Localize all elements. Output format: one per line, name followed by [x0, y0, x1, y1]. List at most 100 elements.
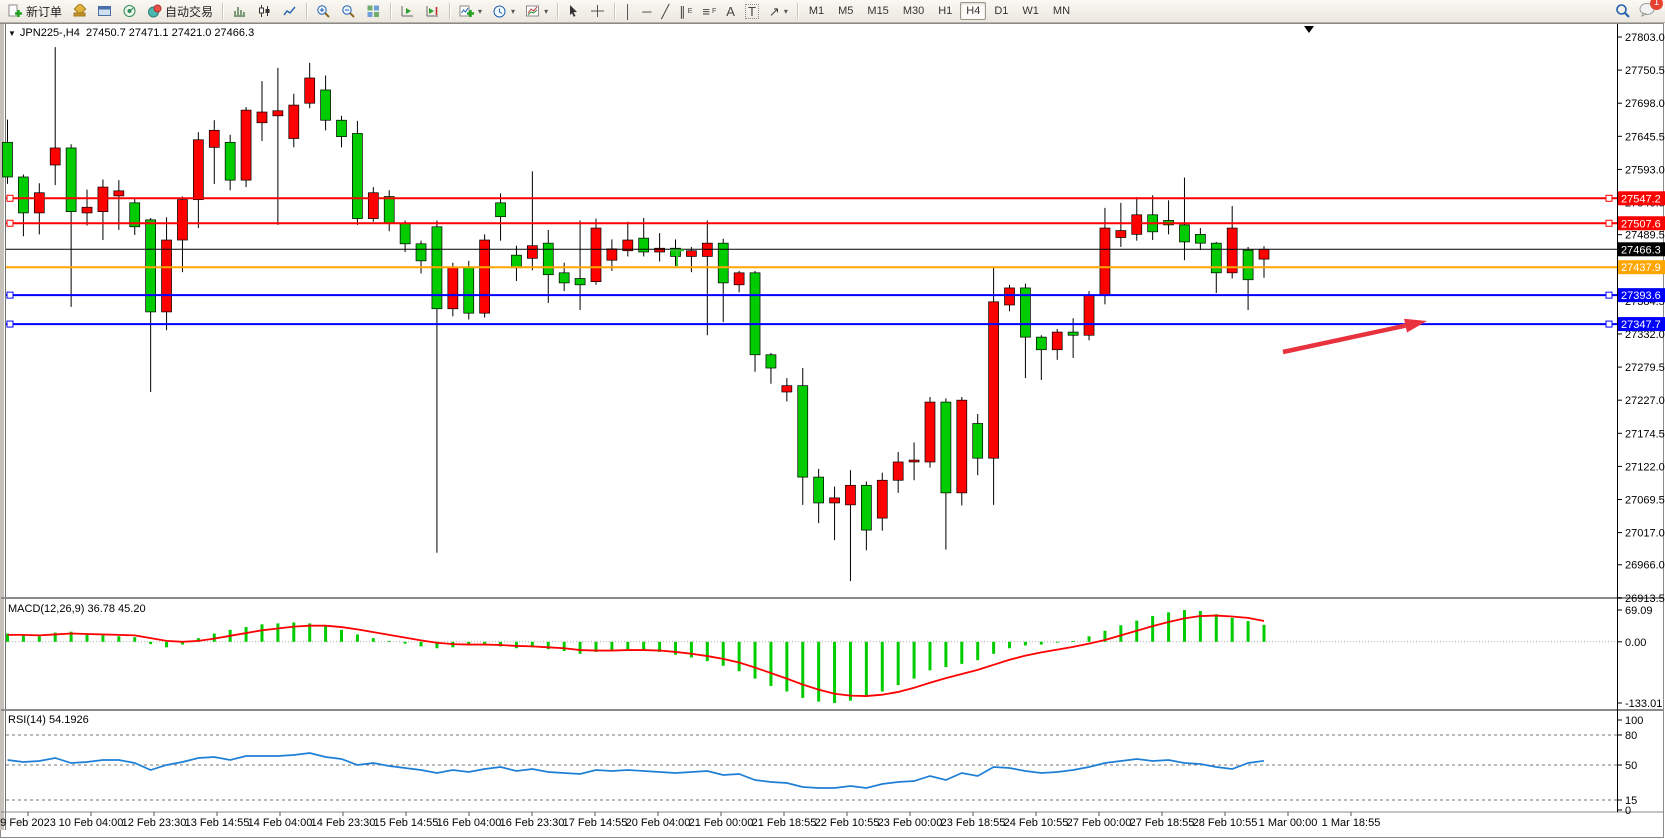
- svg-text:27437.9: 27437.9: [1621, 262, 1661, 274]
- bar-chart-button[interactable]: [227, 1, 252, 21]
- crosshair-button[interactable]: [585, 1, 610, 21]
- indicators-button[interactable]: ▾: [454, 1, 487, 21]
- candle: [1068, 332, 1078, 335]
- svg-text:27174.5: 27174.5: [1625, 428, 1665, 440]
- candle: [1243, 250, 1253, 280]
- svg-text:27547.2: 27547.2: [1621, 193, 1661, 205]
- svg-text:27507.6: 27507.6: [1621, 218, 1661, 230]
- chevron-down-icon: ▾: [478, 7, 482, 16]
- candle: [1179, 225, 1189, 242]
- time-label: 24 Feb 10:55: [1004, 817, 1069, 829]
- candle: [607, 249, 617, 260]
- timeframe-W1[interactable]: W1: [1016, 2, 1045, 20]
- line-anchor: [1606, 195, 1612, 201]
- line-chart-icon: [282, 4, 297, 18]
- chart-shift-button[interactable]: [420, 1, 445, 21]
- cursor-button[interactable]: [562, 1, 585, 21]
- candle: [591, 228, 601, 282]
- clock-icon: [492, 4, 507, 19]
- candle: [511, 255, 521, 268]
- candle: [337, 120, 347, 136]
- ohlc-values: 27450.7 27471.1 27421.0 27466.3: [86, 27, 254, 39]
- timeframe-M30[interactable]: M30: [897, 2, 930, 20]
- zoom-in-button[interactable]: [311, 1, 336, 21]
- svg-text:27279.5: 27279.5: [1625, 362, 1665, 374]
- chart-canvas[interactable]: 27803.027750.527698.027645.527593.027540…: [0, 0, 1665, 839]
- candle: [957, 400, 967, 493]
- candle: [973, 424, 983, 459]
- candle: [257, 112, 267, 123]
- time-label: 20 Feb 04:00: [626, 817, 691, 829]
- line-anchor: [7, 220, 13, 226]
- candle: [225, 142, 235, 180]
- svg-text:27593.0: 27593.0: [1625, 164, 1665, 176]
- autotrading-button[interactable]: 自动交易: [142, 1, 218, 21]
- toolbar-separator: [449, 3, 450, 19]
- timeframe-M1[interactable]: M1: [803, 2, 830, 20]
- channel-tool[interactable]: ∥E: [674, 1, 697, 21]
- candle: [146, 220, 156, 312]
- window-icon: [97, 4, 112, 18]
- timeframe-MN[interactable]: MN: [1047, 2, 1076, 20]
- market-watch-button[interactable]: [67, 1, 92, 21]
- candle: [321, 90, 331, 120]
- new-order-icon: [8, 4, 23, 18]
- candle: [798, 386, 808, 477]
- candle: [830, 498, 840, 503]
- toolbar-separator: [557, 3, 558, 19]
- timeframe-H1[interactable]: H1: [932, 2, 958, 20]
- timeframe-M15[interactable]: M15: [861, 2, 894, 20]
- svg-text:50: 50: [1625, 760, 1637, 772]
- time-label: 17 Feb 14:55: [563, 817, 628, 829]
- new-order-button[interactable]: 新订单: [3, 1, 67, 21]
- candle: [1132, 215, 1142, 235]
- search-icon[interactable]: [1615, 3, 1631, 19]
- candle: [1227, 228, 1237, 273]
- toolbar: 新订单 自动交易: [0, 0, 1665, 23]
- candle: [368, 193, 378, 219]
- candle: [273, 111, 283, 116]
- crosshair-icon: [590, 4, 605, 18]
- data-window-button[interactable]: [92, 1, 117, 21]
- candlestick-chart-button[interactable]: [252, 1, 277, 21]
- svg-text:27347.7: 27347.7: [1621, 319, 1661, 331]
- mt4-application: 新订单 自动交易: [0, 0, 1665, 839]
- timeframe-M5[interactable]: M5: [832, 2, 859, 20]
- auto-scroll-button[interactable]: [395, 1, 420, 21]
- candle: [941, 402, 951, 493]
- svg-text:27017.0: 27017.0: [1625, 528, 1665, 540]
- line-anchor: [1606, 220, 1612, 226]
- timeframe-H4[interactable]: H4: [960, 2, 986, 20]
- candle: [814, 477, 824, 503]
- indicators-icon: [459, 4, 474, 18]
- vertical-line-tool[interactable]: │: [619, 1, 637, 21]
- notifications-button[interactable]: 1: [1639, 2, 1656, 20]
- timeframe-D1[interactable]: D1: [988, 2, 1014, 20]
- line-chart-button[interactable]: [277, 1, 302, 21]
- time-label: 14 Feb 04:00: [248, 817, 313, 829]
- candle: [925, 402, 935, 462]
- tile-windows-button[interactable]: [361, 1, 386, 21]
- text-label-tool[interactable]: T: [740, 1, 764, 21]
- chart-shift-icon: [425, 4, 440, 18]
- time-label: 9 Feb 2023: [0, 817, 56, 829]
- candle: [861, 485, 871, 530]
- candle: [543, 243, 553, 275]
- collapse-icon[interactable]: ▼: [8, 29, 16, 38]
- trendline-tool[interactable]: ╱: [656, 1, 674, 21]
- fibonacci-tool[interactable]: ≡F: [697, 1, 721, 21]
- line-anchor: [1606, 321, 1612, 327]
- text-tool[interactable]: A: [721, 1, 740, 21]
- templates-button[interactable]: ▾: [520, 1, 553, 21]
- candle: [1259, 249, 1269, 259]
- navigator-button[interactable]: [117, 1, 142, 21]
- line-anchor: [7, 321, 13, 327]
- bar-chart-icon: [232, 4, 247, 18]
- zoom-out-button[interactable]: [336, 1, 361, 21]
- horizontal-line-tool[interactable]: ─: [637, 1, 656, 21]
- candle: [1211, 243, 1221, 273]
- notification-badge: 1: [1650, 0, 1663, 10]
- cursor-icon: [567, 4, 580, 18]
- periods-button[interactable]: ▾: [487, 1, 520, 21]
- arrows-tool[interactable]: ↗▾: [764, 1, 793, 21]
